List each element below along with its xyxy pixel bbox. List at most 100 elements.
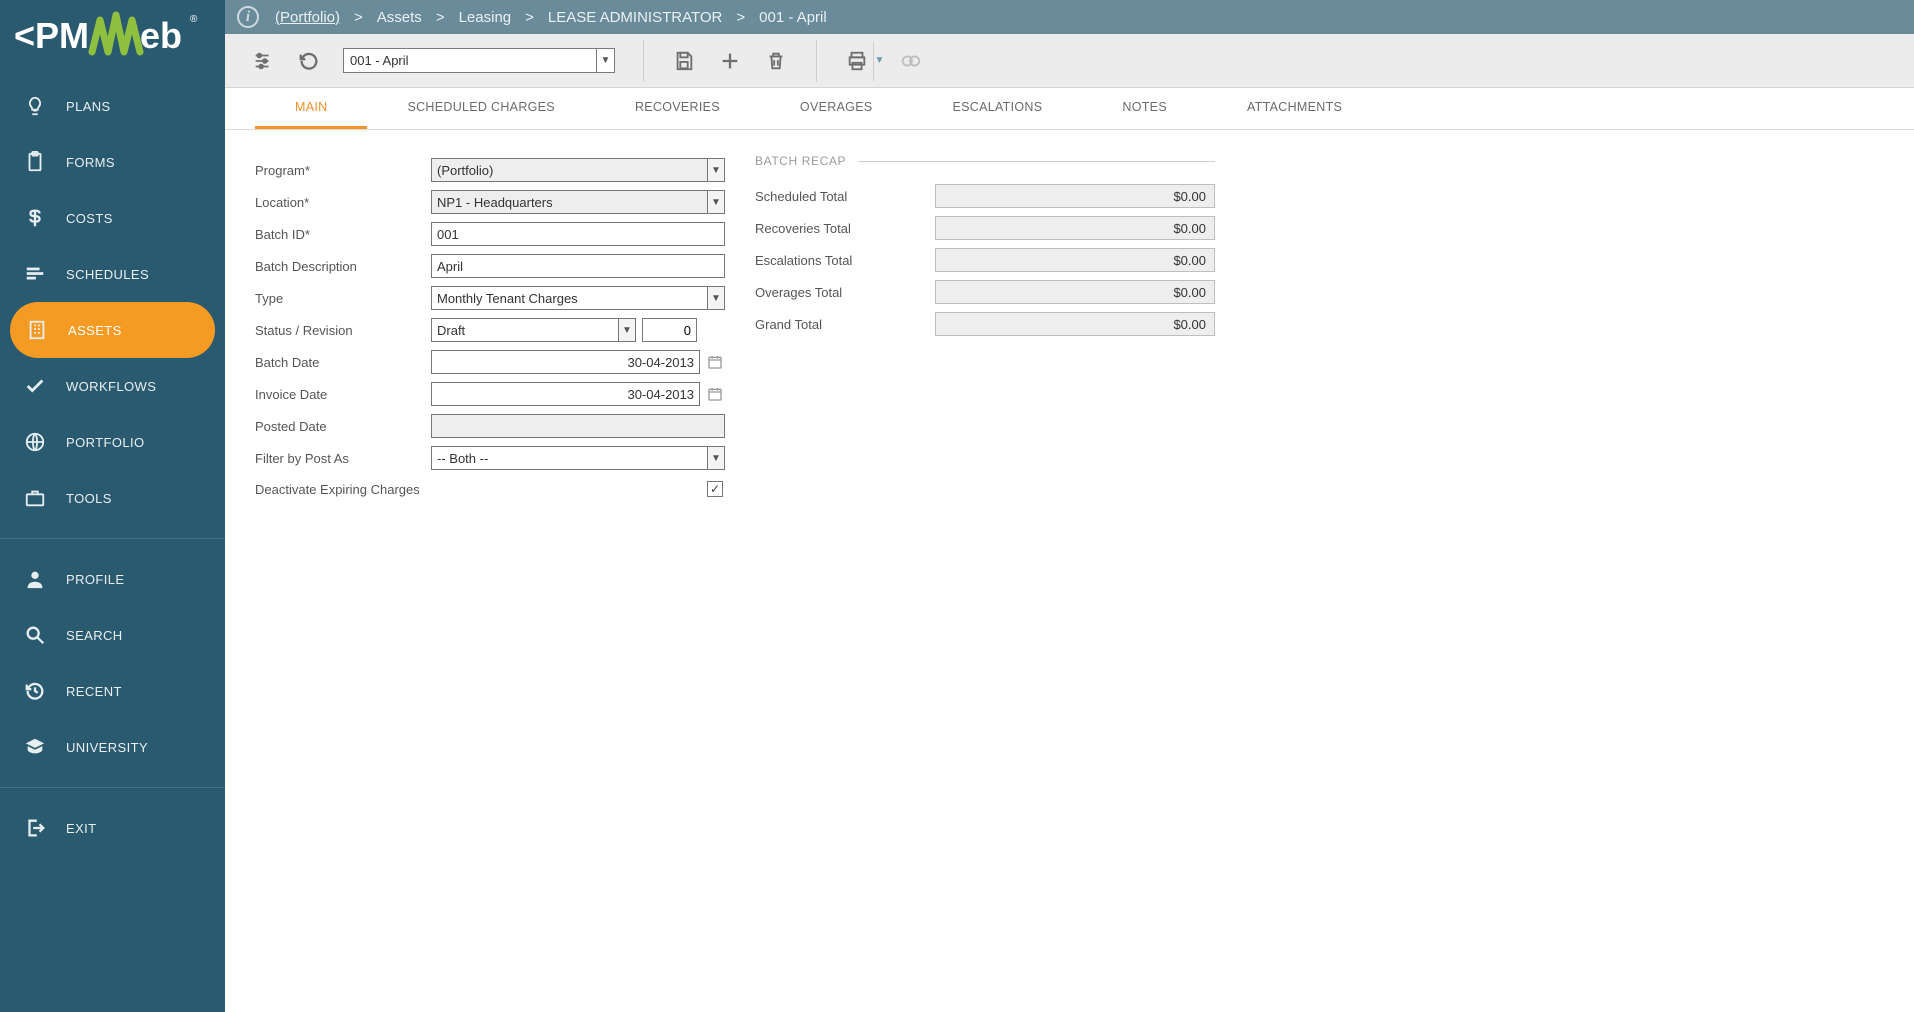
breadcrumb-root[interactable]: (Portfolio)	[275, 9, 340, 26]
type-value[interactable]	[431, 286, 707, 310]
type-select[interactable]: ▼	[431, 286, 725, 310]
location-select[interactable]: ▼	[431, 190, 725, 214]
sidebar-item-label: PROFILE	[66, 572, 124, 587]
sidebar-item-profile[interactable]: PROFILE	[0, 551, 225, 607]
divider	[816, 40, 817, 82]
info-icon[interactable]: i	[237, 6, 259, 28]
divider	[643, 40, 644, 82]
tab-notes[interactable]: NOTES	[1082, 88, 1207, 129]
breadcrumb-seg: Assets	[377, 9, 422, 26]
status-value[interactable]	[431, 318, 618, 342]
label-escalations-total: Escalations Total	[755, 253, 935, 268]
chevron-down-icon[interactable]: ▼	[707, 446, 725, 470]
label-batch-id: Batch ID*	[255, 227, 431, 242]
batch-desc-input[interactable]	[431, 254, 725, 278]
program-value[interactable]	[431, 158, 707, 182]
escalations-total-value: $0.00	[935, 248, 1215, 272]
graduation-icon	[22, 734, 48, 760]
program-select[interactable]: ▼	[431, 158, 725, 182]
sidebar-item-label: RECENT	[66, 684, 122, 699]
sidebar-item-forms[interactable]: FORMS	[0, 134, 225, 190]
chevron-down-icon[interactable]: ▼	[596, 49, 614, 72]
building-icon	[24, 317, 50, 343]
person-icon	[22, 566, 48, 592]
sidebar-item-exit[interactable]: EXIT	[0, 800, 225, 856]
sidebar-item-label: FORMS	[66, 155, 115, 170]
lightbulb-icon	[22, 93, 48, 119]
filter-post-value[interactable]	[431, 446, 707, 470]
calendar-icon[interactable]	[705, 384, 725, 404]
label-posted-date: Posted Date	[255, 419, 431, 434]
label-scheduled-total: Scheduled Total	[755, 189, 935, 204]
sidebar-item-schedules[interactable]: SCHEDULES	[0, 246, 225, 302]
sidebar-item-portfolio[interactable]: PORTFOLIO	[0, 414, 225, 470]
record-selector-value: 001 - April	[350, 53, 409, 68]
breadcrumb-seg: Leasing	[459, 9, 512, 26]
print-dropdown[interactable]: ▼	[873, 41, 885, 81]
sidebar-item-workflows[interactable]: WORKFLOWS	[0, 358, 225, 414]
sidebar-item-label: SCHEDULES	[66, 267, 149, 282]
logo: <PM eb ®	[0, 0, 225, 70]
dollar-icon	[22, 205, 48, 231]
sidebar-item-label: SEARCH	[66, 628, 123, 643]
bars-icon	[22, 261, 48, 287]
posted-date-value	[431, 414, 725, 438]
add-button[interactable]	[710, 41, 750, 81]
sidebar-item-tools[interactable]: TOOLS	[0, 470, 225, 526]
tab-scheduled-charges[interactable]: SCHEDULED CHARGES	[367, 88, 595, 129]
list-settings-button[interactable]	[243, 41, 283, 81]
chevron-down-icon[interactable]: ▼	[707, 190, 725, 214]
svg-text:<PM: <PM	[14, 15, 89, 56]
breadcrumb-seg: 001 - April	[759, 9, 827, 26]
sidebar-item-plans[interactable]: PLANS	[0, 78, 225, 134]
search-icon	[22, 622, 48, 648]
chevron-down-icon[interactable]: ▼	[707, 158, 725, 182]
check-icon	[22, 373, 48, 399]
history-button[interactable]	[289, 41, 329, 81]
sidebar-item-university[interactable]: UNIVERSITY	[0, 719, 225, 775]
briefcase-icon	[22, 485, 48, 511]
recap-column: BATCH RECAP Scheduled Total $0.00 Recove…	[755, 154, 1215, 504]
location-value[interactable]	[431, 190, 707, 214]
tab-escalations[interactable]: ESCALATIONS	[912, 88, 1082, 129]
sidebar-item-label: TOOLS	[66, 491, 112, 506]
batch-id-input[interactable]	[431, 222, 725, 246]
svg-text:eb: eb	[140, 15, 182, 56]
link-button	[891, 41, 931, 81]
sidebar-item-assets[interactable]: ASSETS	[10, 302, 215, 358]
breadcrumb-seg: LEASE ADMINISTRATOR	[548, 9, 723, 26]
tab-overages[interactable]: OVERAGES	[760, 88, 913, 129]
filter-post-select[interactable]: ▼	[431, 446, 725, 470]
deactivate-checkbox[interactable]: ✓	[707, 481, 723, 497]
sidebar-item-search[interactable]: SEARCH	[0, 607, 225, 663]
tab-recoveries[interactable]: RECOVERIES	[595, 88, 760, 129]
label-invoice-date: Invoice Date	[255, 387, 431, 402]
sidebar-item-costs[interactable]: COSTS	[0, 190, 225, 246]
clipboard-icon	[22, 149, 48, 175]
save-button[interactable]	[664, 41, 704, 81]
sidebar-item-label: ASSETS	[68, 323, 122, 338]
delete-button[interactable]	[756, 41, 796, 81]
svg-text:®: ®	[190, 14, 198, 25]
recap-header: BATCH RECAP	[755, 154, 846, 168]
tab-main[interactable]: MAIN	[255, 88, 367, 129]
record-selector[interactable]: 001 - April ▼	[343, 48, 615, 73]
print-button[interactable]	[837, 41, 877, 81]
status-select[interactable]: ▼	[431, 318, 636, 342]
recoveries-total-value: $0.00	[935, 216, 1215, 240]
invoice-date-input[interactable]	[431, 382, 700, 406]
chevron-down-icon[interactable]: ▼	[618, 318, 636, 342]
label-batch-desc: Batch Description	[255, 259, 431, 274]
sidebar-item-recent[interactable]: RECENT	[0, 663, 225, 719]
content: Program* ▼ Location* ▼ Batch ID*	[225, 130, 1914, 528]
divider	[858, 161, 1215, 162]
chevron-down-icon[interactable]: ▼	[707, 286, 725, 310]
revision-input[interactable]	[642, 318, 697, 342]
label-deactivate: Deactivate Expiring Charges	[255, 482, 420, 497]
batch-date-input[interactable]	[431, 350, 700, 374]
scheduled-total-value: $0.00	[935, 184, 1215, 208]
divider	[0, 787, 225, 788]
sidebar-item-label: COSTS	[66, 211, 113, 226]
tab-attachments[interactable]: ATTACHMENTS	[1207, 88, 1382, 129]
calendar-icon[interactable]	[705, 352, 725, 372]
